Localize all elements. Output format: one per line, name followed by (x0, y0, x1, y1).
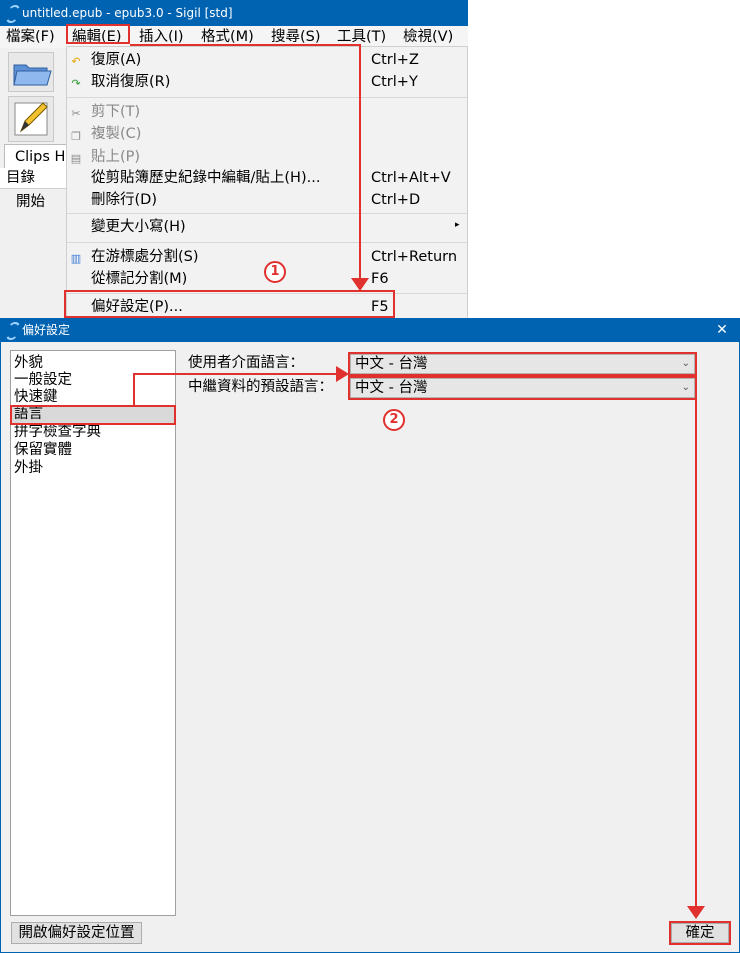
category-appearance[interactable]: 外貌 (14, 355, 43, 372)
menu-edit-highlight (66, 24, 130, 44)
sigil-app-icon (3, 5, 23, 23)
menu-item-change-case[interactable]: 變更大小寫(H) (91, 217, 186, 238)
annotation-arrow-line (133, 373, 338, 375)
shortcut-clipboard-history: Ctrl+Alt+V (371, 170, 451, 186)
folder-icon (13, 64, 52, 86)
annotation-arrow-line (130, 44, 361, 46)
arrow-down-icon (351, 278, 369, 291)
main-window-title: untitled.epub - epub3.0 - Sigil [std] (22, 6, 233, 20)
dialog-title: 偏好設定 (22, 323, 71, 337)
arrow-down-icon (687, 906, 705, 919)
category-preserve-entities[interactable]: 保留實體 (14, 442, 72, 459)
menu-item-split-at-cursor[interactable]: 在游標處分割(S) (91, 247, 199, 268)
undo-icon: ↶ (71, 55, 81, 68)
clips-tab[interactable]: Clips H (4, 144, 68, 168)
preferences-item-highlight (64, 290, 395, 318)
sigil-app-icon (3, 322, 23, 340)
open-preferences-location-button[interactable]: 開啟偏好設定位置 (11, 922, 142, 944)
shortcut-redo: Ctrl+Y (371, 74, 418, 90)
edit-mode-button[interactable] (8, 96, 54, 142)
shortcut-split-at-markers: F6 (371, 271, 389, 287)
menu-item-undo[interactable]: 復原(A) (91, 50, 141, 71)
category-spellcheck[interactable]: 拼字檢查字典 (14, 424, 101, 441)
close-icon[interactable]: ✕ (714, 318, 730, 342)
menu-file[interactable]: 檔案(F) (6, 26, 55, 48)
scissors-icon: ✂ (71, 107, 81, 120)
step-1-badge: 1 (264, 261, 286, 283)
arrow-right-icon (336, 366, 349, 382)
annotation-arrow-line (359, 44, 361, 280)
category-plugins[interactable]: 外掛 (14, 460, 43, 477)
menu-item-redo[interactable]: 取消復原(R) (91, 72, 170, 93)
category-shortcuts[interactable]: 快速鍵 (14, 389, 58, 406)
redo-icon: ↷ (71, 77, 81, 90)
copy-icon: ❐ (71, 130, 81, 143)
annotation-arrow-line (695, 398, 697, 908)
menu-separator (67, 97, 467, 98)
menu-item-copy[interactable]: 複製(C) (91, 124, 141, 145)
language-category-highlight (10, 405, 176, 425)
split-icon: ▥ (70, 252, 82, 265)
menu-item-split-at-markers[interactable]: 從標記分割(M) (91, 269, 187, 290)
menu-item-paste[interactable]: 貼上(P) (91, 147, 140, 168)
metadata-language-highlight (348, 376, 697, 400)
submenu-arrow-icon: ▸ (455, 220, 460, 230)
step-2-badge: 2 (383, 409, 405, 431)
paste-icon: ▤ (70, 152, 82, 165)
annotation-arrow-line (133, 373, 135, 406)
menu-separator (67, 242, 467, 243)
shortcut-split-at-cursor: Ctrl+Return (371, 249, 458, 265)
open-file-button[interactable] (8, 52, 54, 92)
category-general[interactable]: 一般設定 (14, 372, 72, 389)
shortcut-undo: Ctrl+Z (371, 52, 419, 68)
ui-language-label: 使用者介面語言： (188, 355, 304, 371)
metadata-language-label: 中繼資料的預設語言： (188, 379, 333, 395)
menu-item-clipboard-history[interactable]: 從剪貼簿歷史紀錄中編輯/貼上(H)... (91, 168, 320, 189)
menu-separator (67, 213, 467, 214)
toc-item-start[interactable]: 開始 (16, 190, 45, 211)
shortcut-delete-line: Ctrl+D (371, 192, 421, 208)
menu-item-delete-line[interactable]: 刪除行(D) (91, 190, 157, 211)
menu-view[interactable]: 檢視(V) (403, 26, 453, 48)
ui-language-highlight (348, 352, 697, 376)
dialog-title-bar: 偏好設定 ✕ (0, 318, 740, 342)
main-title-bar: untitled.epub - epub3.0 - Sigil [std] (0, 0, 468, 26)
toc-panel-header: 目錄 (0, 168, 66, 189)
menu-item-cut[interactable]: 剪下(T) (91, 102, 140, 123)
pencil-icon (14, 102, 48, 136)
ok-button-highlight (669, 921, 731, 945)
